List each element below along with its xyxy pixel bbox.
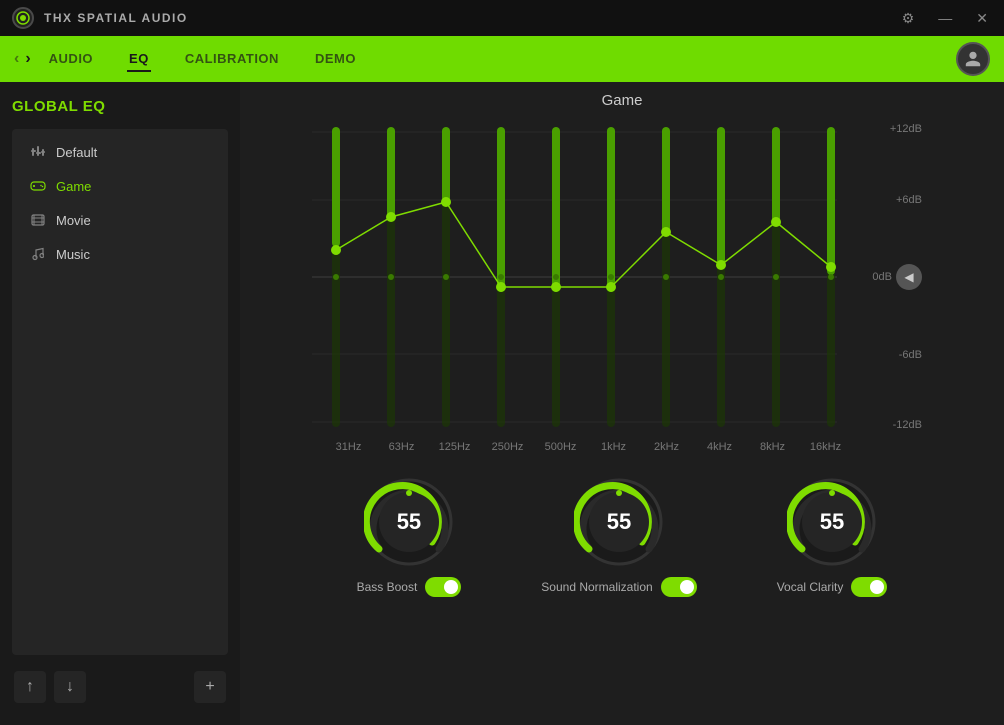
bass-boost-knob[interactable]: 55 bbox=[364, 477, 454, 567]
sidebar-label-movie: Movie bbox=[56, 213, 91, 228]
settings-button[interactable]: ⚙ bbox=[898, 9, 919, 27]
vocal-clarity-group: 55 Vocal Clarity bbox=[777, 477, 888, 597]
freq-label-2khz: 2kHz bbox=[640, 441, 693, 453]
sidebar-label-default: Default bbox=[56, 145, 97, 160]
sliders-icon bbox=[30, 144, 46, 160]
move-up-button[interactable]: ↑ bbox=[14, 671, 46, 703]
sound-normalization-knob[interactable]: 55 bbox=[574, 477, 664, 567]
bass-boost-toggle[interactable] bbox=[425, 577, 461, 597]
sidebar-item-movie[interactable]: Movie bbox=[16, 203, 224, 237]
eq-panel: Game +12dB +6dB 0dB ◀ -6dB -12dB bbox=[240, 82, 1004, 725]
close-button[interactable]: ✕ bbox=[972, 9, 992, 27]
bass-boost-label-row: Bass Boost bbox=[357, 577, 462, 597]
vocal-clarity-value: 55 bbox=[820, 509, 844, 535]
freq-label-8khz: 8kHz bbox=[746, 441, 799, 453]
music-icon bbox=[30, 246, 46, 262]
freq-label-16khz: 16kHz bbox=[799, 441, 852, 453]
title-bar-controls: ⚙ — ✕ bbox=[898, 9, 992, 27]
minimize-button[interactable]: — bbox=[934, 9, 956, 27]
sidebar: GLOBAL EQ Default bbox=[0, 82, 240, 725]
tab-calibration[interactable]: CALIBRATION bbox=[183, 47, 281, 72]
freq-label-250hz: 250Hz bbox=[481, 441, 534, 453]
sidebar-label-game: Game bbox=[56, 179, 91, 194]
zero-db-button[interactable]: ◀ bbox=[896, 264, 922, 290]
back-button[interactable]: ‹ bbox=[14, 50, 19, 68]
tab-demo[interactable]: DEMO bbox=[313, 47, 358, 72]
bass-boost-value: 55 bbox=[397, 509, 421, 535]
sound-normalization-group: 55 Sound Normalization bbox=[541, 477, 696, 597]
bass-boost-label: Bass Boost bbox=[357, 580, 418, 594]
vocal-clarity-label: Vocal Clarity bbox=[777, 580, 844, 594]
sidebar-footer: ↑ ↓ + bbox=[12, 665, 228, 709]
app-title: THX SPATIAL AUDIO bbox=[44, 11, 188, 25]
db-label-neg6: -6dB bbox=[872, 349, 922, 361]
freq-label-63hz: 63Hz bbox=[375, 441, 428, 453]
tab-audio[interactable]: AUDIO bbox=[47, 47, 95, 72]
sidebar-label-music: Music bbox=[56, 247, 90, 262]
eq-preset-title: Game bbox=[602, 92, 643, 109]
bass-boost-group: 55 Bass Boost bbox=[357, 477, 462, 597]
add-preset-button[interactable]: + bbox=[194, 671, 226, 703]
nav-bar: ‹ › AUDIO EQ CALIBRATION DEMO bbox=[0, 36, 1004, 82]
sound-normalization-toggle[interactable] bbox=[661, 577, 697, 597]
sidebar-item-music[interactable]: Music bbox=[16, 237, 224, 271]
freq-label-4khz: 4kHz bbox=[693, 441, 746, 453]
vocal-clarity-label-row: Vocal Clarity bbox=[777, 577, 888, 597]
freq-label-1khz: 1kHz bbox=[587, 441, 640, 453]
sidebar-item-default[interactable]: Default bbox=[16, 135, 224, 169]
sidebar-item-game[interactable]: Game bbox=[16, 169, 224, 203]
vocal-clarity-knob[interactable]: 55 bbox=[787, 477, 877, 567]
sidebar-list: Default Game bbox=[12, 129, 228, 655]
movie-icon bbox=[30, 212, 46, 228]
avatar[interactable] bbox=[956, 42, 990, 76]
title-bar-left: THX SPATIAL AUDIO bbox=[12, 7, 188, 29]
sound-normalization-value: 55 bbox=[607, 509, 631, 535]
freq-label-31hz: 31Hz bbox=[322, 441, 375, 453]
sidebar-title: GLOBAL EQ bbox=[12, 98, 228, 115]
app-icon bbox=[12, 7, 34, 29]
eq-chart-svg bbox=[312, 117, 872, 437]
db-label-neg12: -12dB bbox=[872, 419, 922, 431]
vocal-clarity-toggle[interactable] bbox=[851, 577, 887, 597]
db-label-12: +12dB bbox=[872, 123, 922, 135]
knobs-section: 55 Bass Boost 55 bbox=[357, 477, 888, 597]
eq-chart-area: +12dB +6dB 0dB ◀ -6dB -12dB bbox=[312, 117, 932, 453]
nav-arrows: ‹ › bbox=[14, 50, 31, 68]
db-labels: +12dB +6dB 0dB ◀ -6dB -12dB bbox=[872, 117, 922, 437]
forward-button[interactable]: › bbox=[25, 50, 30, 68]
gamepad-icon bbox=[30, 178, 46, 194]
nav-tabs: AUDIO EQ CALIBRATION DEMO bbox=[47, 47, 956, 72]
tab-eq[interactable]: EQ bbox=[127, 47, 151, 72]
main-content: GLOBAL EQ Default bbox=[0, 82, 1004, 725]
sound-normalization-label-row: Sound Normalization bbox=[541, 577, 696, 597]
move-down-button[interactable]: ↓ bbox=[54, 671, 86, 703]
title-bar: THX SPATIAL AUDIO ⚙ — ✕ bbox=[0, 0, 1004, 36]
freq-labels: 31Hz 63Hz 125Hz 250Hz 500Hz 1kHz 2kHz 4k… bbox=[316, 441, 858, 453]
freq-label-500hz: 500Hz bbox=[534, 441, 587, 453]
db-label-0: 0dB ◀ bbox=[872, 264, 922, 290]
db-label-6: +6dB bbox=[872, 194, 922, 206]
sound-normalization-label: Sound Normalization bbox=[541, 580, 652, 594]
freq-label-125hz: 125Hz bbox=[428, 441, 481, 453]
